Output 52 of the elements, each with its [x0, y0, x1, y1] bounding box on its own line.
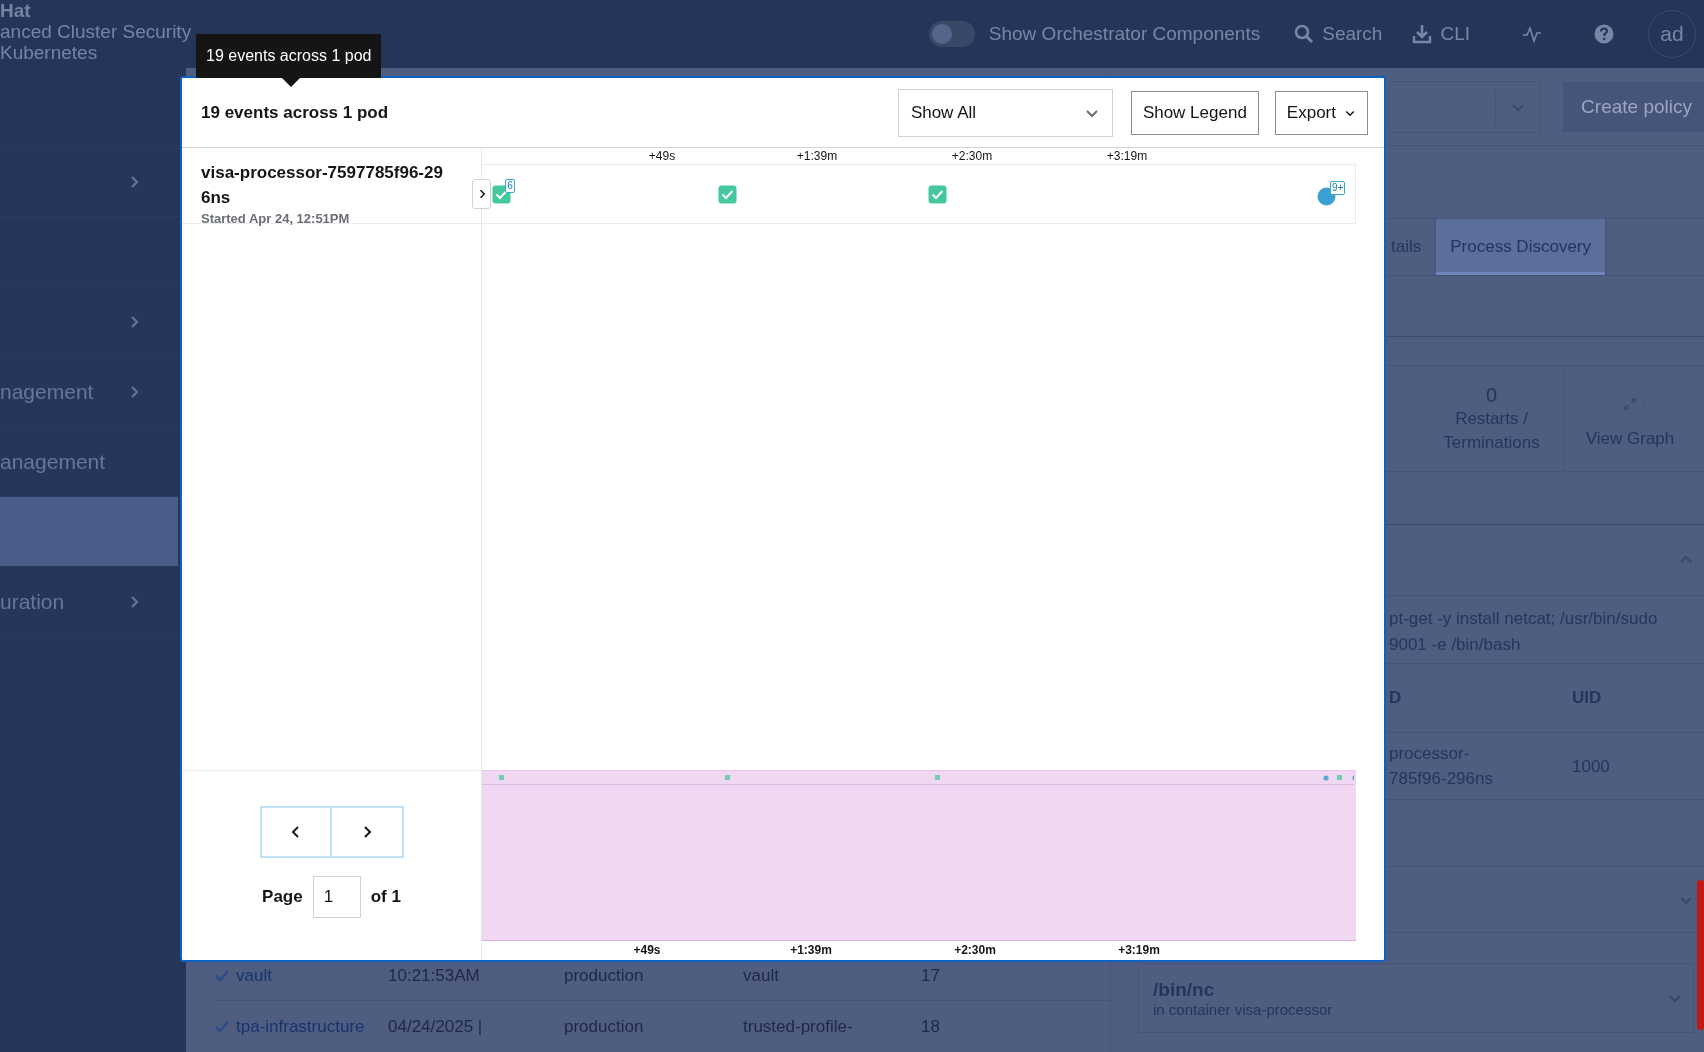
table-cell-text: trusted-profile- [743, 1016, 854, 1038]
process-event-marker[interactable] [928, 185, 947, 204]
axis-label: +3:19m [1106, 149, 1148, 163]
legend-button[interactable]: Show Legend [1130, 90, 1259, 135]
axis-label: +2:30m [951, 149, 993, 163]
deployment-link[interactable]: vault [236, 965, 272, 986]
event-count-badge: 9+ [1330, 181, 1346, 195]
nav-item[interactable]: uration [0, 567, 178, 637]
process-event-marker[interactable] [718, 185, 737, 204]
tooltip: 19 events across 1 pod [196, 34, 382, 78]
export-dropdown[interactable]: Export [1274, 90, 1368, 135]
select-value: Show All [910, 102, 977, 123]
previous-page-button[interactable] [259, 806, 332, 858]
download-icon [1412, 24, 1433, 44]
table-cell-text: 04/24/2025 | [388, 1016, 484, 1038]
activity-icon[interactable] [1522, 24, 1542, 44]
nav-item[interactable]: nagement [0, 357, 178, 427]
expand-button[interactable] [472, 179, 491, 209]
brand-text: anced Cluster Security [0, 21, 192, 42]
table-cell-text: vault [743, 965, 780, 987]
pod-name: visa-processor-7597785f96-296ns [201, 161, 444, 209]
axis-label: +49s [633, 943, 661, 957]
table-cell-text: 17 [921, 965, 941, 986]
table-cell-text: 10:21:53AM [388, 965, 481, 987]
axis-label: +2:30m [954, 943, 996, 957]
event-count-badge: 6 [505, 179, 515, 193]
modal-title: 19 events across 1 pod [201, 102, 389, 123]
axis-label: +3:19m [1118, 943, 1160, 957]
axis-label: +49s [648, 149, 676, 163]
brand-text: Hat [0, 0, 32, 21]
toggle-label: Show Orchestrator Components [988, 23, 1261, 45]
table-cell-text: production [564, 965, 645, 986]
next-page-button[interactable] [331, 806, 404, 858]
brand-text: Kubernetes [0, 42, 99, 63]
page-count: of 1 [370, 887, 401, 907]
table-cell-text: 18 [921, 1016, 941, 1037]
page-input[interactable]: 1 [312, 876, 361, 918]
help-icon[interactable] [1594, 24, 1614, 44]
tooltip-pointer [282, 78, 300, 87]
pod-start-time: Started Apr 24, 12:51PM [201, 209, 351, 228]
filter-select[interactable]: Show All [897, 88, 1113, 137]
axis-label: +1:39m [790, 943, 832, 957]
cli-button[interactable]: CLI [1412, 23, 1470, 45]
search-icon [1294, 24, 1315, 44]
table-cell-text: production [564, 1016, 645, 1037]
tab[interactable]: Process Discovery [1436, 219, 1606, 275]
axis-label: +1:39m [796, 149, 838, 163]
toggle-switch[interactable] [928, 21, 975, 47]
search-button[interactable]: Search [1294, 23, 1383, 45]
create-policy-button[interactable]: Create policy [1563, 81, 1704, 132]
page-label: Page [262, 887, 303, 907]
deployment-link[interactable]: tpa-infrastructure [236, 1016, 365, 1037]
